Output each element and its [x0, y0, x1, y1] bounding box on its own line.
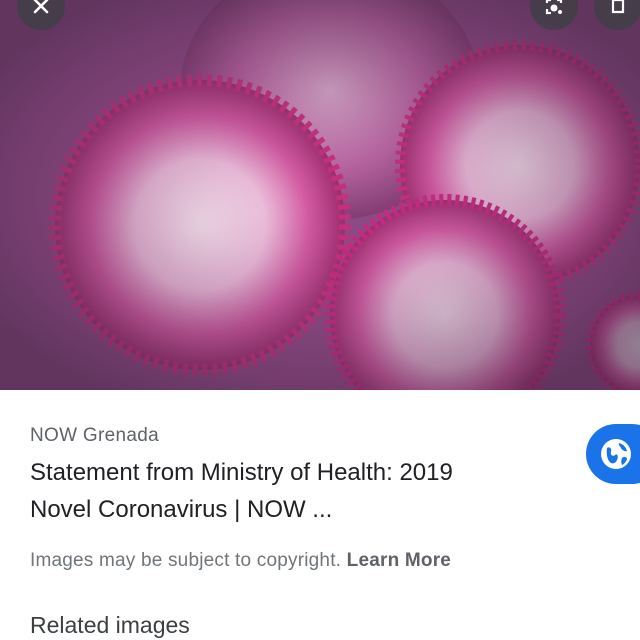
copyright-notice: Images may be subject to copyright. Lear… — [30, 550, 451, 572]
source-name[interactable]: NOW Grenada — [30, 425, 159, 447]
learn-more-link[interactable]: Learn More — [347, 550, 451, 571]
related-images-heading: Related images — [30, 612, 190, 638]
result-image[interactable] — [0, 0, 640, 390]
result-title[interactable]: Statement from Ministry of Health: 2019 … — [30, 454, 550, 528]
result-title-line-1: Statement from Ministry of Health: 2019 — [30, 459, 453, 486]
copyright-text: Images may be subject to copyright. — [30, 550, 342, 571]
result-title-line-2: Novel Coronavirus | NOW ... — [30, 496, 333, 523]
visit-site-button[interactable] — [586, 424, 640, 484]
globe-icon — [601, 439, 631, 469]
close-icon — [33, 0, 49, 14]
result-info-panel: NOW Grenada Statement from Ministry of H… — [0, 390, 640, 640]
virus-image-graphic — [0, 0, 640, 390]
lens-icon — [545, 0, 563, 15]
open-in-new-icon — [611, 0, 625, 14]
